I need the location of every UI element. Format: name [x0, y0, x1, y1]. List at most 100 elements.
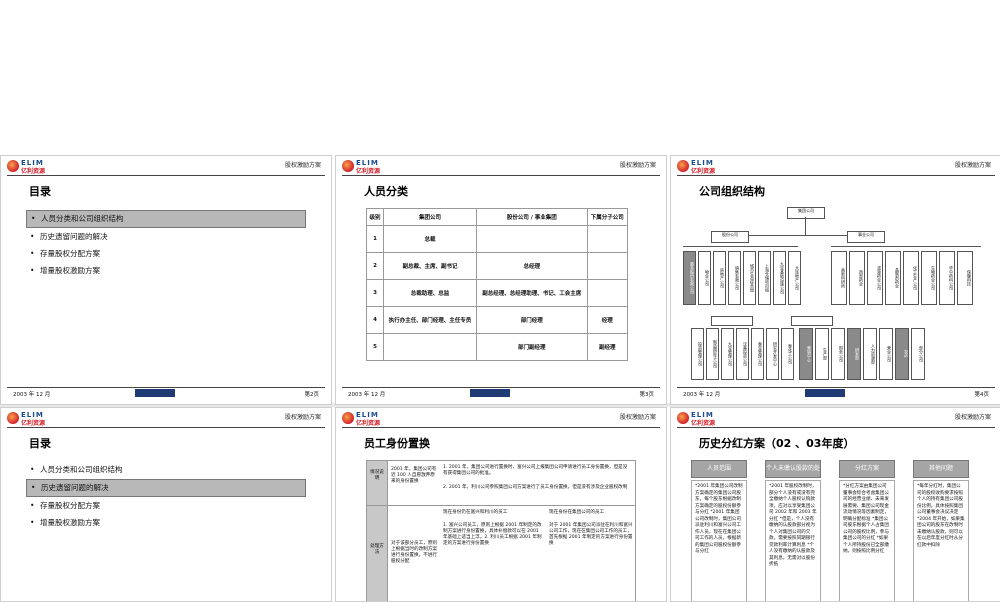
- org-bottom-left-4: 泛美投资公司: [736, 328, 749, 380]
- slide-header: ELIM 亿利资源 股权激励方案: [671, 156, 1000, 176]
- table-cell: 总裁助理、总监: [383, 279, 478, 307]
- personnel-table: 级别 集团公司 股份公司 / 事业集团 下属分子公司 1 总裁 2 副总裁、主席…: [365, 208, 629, 361]
- doc-title: 股权激励方案: [619, 414, 656, 421]
- slide-footer: 2003 年 12 月 第3页: [342, 387, 660, 398]
- org-left-unit-6: 上海仓储项目组: [758, 251, 771, 305]
- column-a-text: 1. 富兴公司员工，原则上根据 2001 年制定的改制方案进行身份置换，具体补偿…: [443, 523, 542, 546]
- table-cell: 部门经理: [476, 306, 588, 334]
- slide-thumbnail-7[interactable]: ELIM 亿利资源 股权激励方案 历史分红方案（02 、03年度） 人员范围 *20…: [670, 407, 1000, 602]
- toc-item-1: 人员分类和公司组织结构: [26, 210, 306, 228]
- toc-item-2: 历史遗留问题的解决: [26, 229, 306, 245]
- org-node-left: 股份公司: [711, 231, 749, 243]
- toc-list: 人员分类和公司组织结构 历史遗留问题的解决 存量股权分配方案 增量股权激励方案: [26, 210, 306, 280]
- company-logo: ELIM 亿利资源: [342, 159, 394, 175]
- slide-thumbnail-5[interactable]: ELIM亿利资源 股权激励方案 目录 人员分类和公司组织结构 历史遗留问题的解决…: [0, 407, 332, 602]
- footer-stamp: [135, 389, 175, 397]
- table-row: 2 副总裁、主席、副书记 总经理: [365, 252, 629, 280]
- org-bottom-right-7: PPS: [895, 328, 909, 380]
- toc-list: 人员分类和公司组织结构 历史遗留问题的解决 存量股权分配方案 增量股权激励方案: [26, 462, 306, 532]
- org-left-unit-2: 物业公司: [698, 251, 711, 305]
- org-node-mid-left: [711, 316, 753, 326]
- slide-header: ELIM 亿利资源 股权激励方案: [1, 408, 331, 428]
- org-right-unit-6: 生物药业公司: [921, 251, 937, 305]
- table-header: 级别: [365, 208, 385, 226]
- org-right-unit-1: 高新科研所: [831, 251, 847, 305]
- slide-title: 公司组织结构: [699, 185, 765, 198]
- footer-date: 2003 年 12 月: [13, 392, 51, 398]
- toc-item-2: 历史遗留问题的解决: [26, 479, 306, 497]
- doc-title: 股权激励方案: [284, 162, 321, 169]
- page-number: 第3页: [639, 392, 655, 398]
- toc-item-3: 存量股权分配方案: [26, 246, 306, 262]
- dividend-columns: 人员范围 *2001 年集团公司改制方案确定的集团公司股东，每个股东根据改制方案确…: [691, 460, 987, 601]
- column-a-header: 现在身份仍在富兴和利川的员工: [443, 510, 508, 515]
- column-header: 分红方案: [839, 460, 895, 478]
- table-cell: 4: [365, 306, 385, 334]
- row-left: 2001 年，集团公司有近 100 人自愿放弃原来的身份置换: [391, 467, 437, 484]
- org-left-unit-1: 最多股份有限公司: [683, 251, 696, 305]
- doc-title: 股权激励方案: [954, 162, 991, 169]
- footer-stamp: [805, 389, 845, 397]
- org-bottom-right-1: 营销中心: [799, 328, 813, 380]
- table-row: 4 执行办主任、部门经理、主任专员 部门经理 经理: [365, 306, 629, 334]
- org-bottom-left-6: 研究开发中心: [766, 328, 779, 380]
- toc-item-1: 人员分类和公司组织结构: [26, 462, 306, 478]
- table-cell: [586, 225, 629, 253]
- slide-title: 目录: [29, 437, 51, 450]
- column-body: *每年分红时，集团公司的股权收购要求按照个人的持有集团公司股份比例，具体按照集团…: [913, 480, 969, 601]
- company-logo: ELIM 亿利资源: [7, 411, 59, 427]
- row-label: 处理方法: [370, 544, 384, 555]
- org-node-mid-right: [791, 316, 833, 326]
- footer-date: 2003 年 12 月: [348, 392, 386, 398]
- company-logo: ELIM 亿利资源: [342, 411, 394, 427]
- slide-thumbnail-3[interactable]: ELIM 亿利资源 股权激励方案 人员分类 级别 集团公司 股份公司 / 事业集团…: [335, 155, 667, 405]
- table-cell: [476, 225, 588, 253]
- table-cell: 执行办主任、部门经理、主任专员: [383, 306, 478, 334]
- org-left-unit-5: 城市生态综合园: [743, 251, 756, 305]
- row-note-1: 1. 2001 年，集团公司进行置换时，富兴公司上报集团公司申请进行员工身份置换…: [443, 465, 628, 476]
- row-note-2: 2. 2001 年，利川公司参照集团公司方案进行了员工身份置换，但是没有涉及企业…: [443, 485, 628, 490]
- org-right-unit-2: 西部药业: [849, 251, 865, 305]
- company-logo: ELIM 亿利资源: [677, 411, 729, 427]
- toc-item-4: 增量股权激励方案: [26, 263, 306, 279]
- org-left-unit-8: 大连地产公司: [788, 251, 801, 305]
- table-row: 5 部门副经理 副经理: [365, 333, 629, 361]
- column-body: *2001 年集团公司改制方案确定的集团公司股东，每个股东根据改制方案确定的股权…: [691, 480, 747, 601]
- table-cell: 2: [365, 252, 385, 280]
- org-bottom-left-7: 泰化工公司: [781, 328, 794, 380]
- org-bottom-left-2: 制造国际子公司: [706, 328, 719, 380]
- table-cell: [383, 333, 478, 361]
- company-logo: ELIM 亿利资源: [677, 159, 729, 175]
- table-cell: 经理: [586, 306, 629, 334]
- slide-thumbnail-4[interactable]: ELIM 亿利资源 股权激励方案 公司组织结构 集团公司 股份公司 事业公司 最多…: [670, 155, 1000, 405]
- org-left-unit-7: 九宝基础设施公司: [773, 251, 786, 305]
- toc-item-4: 增量股权激励方案: [26, 515, 306, 531]
- slide-thumbnail-6[interactable]: ELIM 亿利资源 股权激励方案 员工身份置换 情况说明 2001 年，集团公司有…: [335, 407, 667, 602]
- slide-header: ELIM 亿利资源 股权激励方案: [1, 156, 331, 176]
- slide-title: 历史分红方案（02 、03年度）: [699, 437, 855, 450]
- slide-thumbnail-2[interactable]: ELIM亿利资源 股权激励方案 目录 人员分类和公司组织结构 历史遗留问题的解决…: [0, 155, 332, 405]
- org-bottom-right-2: 生产部: [815, 328, 829, 380]
- row-left: 对于该部分员工，原则上根据当时的改制方案进行身份置换，不进行股权分配: [391, 541, 437, 564]
- org-right-unit-7: 华中药科公司: [939, 251, 955, 305]
- org-bottom-left-3: 九宝管理公司: [721, 328, 734, 380]
- org-bottom-left-1: 投资管理公司: [691, 328, 704, 380]
- slide-header: ELIM 亿利资源 股权激励方案: [336, 408, 666, 428]
- table-cell: 3: [365, 279, 385, 307]
- table-cell: 部门副经理: [476, 333, 588, 361]
- footer-date: 2003 年 12 月: [683, 392, 721, 398]
- table-cell: 1: [365, 225, 385, 253]
- column-body: *分红方案由集团公司董事会综合考虑集团公司的经营业绩、未来发展需要、集团公司现金…: [839, 480, 895, 601]
- column-b-text: 对于 2001 年集团公司派驻在利川和富兴公司工作，现在在集团公司工作的员工，首…: [549, 523, 633, 546]
- column-header: 其他问题: [913, 460, 969, 478]
- org-bottom-right-3: 财务公司: [831, 328, 845, 380]
- org-right-unit-8: 保健科技: [957, 251, 973, 305]
- org-left-unit-4: 销售有限公司: [728, 251, 741, 305]
- org-bottom-right-4: 研发部: [847, 328, 861, 380]
- org-node-right: 事业公司: [847, 231, 885, 243]
- org-node-top: 集团公司: [787, 207, 825, 219]
- org-bottom-right-6: 营业公司: [879, 328, 893, 380]
- column-body: *2001 年股权改制时，部分个人没有或没有完全缴纳个人股权认购款项，应对以享受…: [765, 480, 821, 601]
- table-header: 股份公司 / 事业集团: [476, 208, 588, 226]
- column-b-header: 现在身份在集团公司的员工: [549, 510, 605, 515]
